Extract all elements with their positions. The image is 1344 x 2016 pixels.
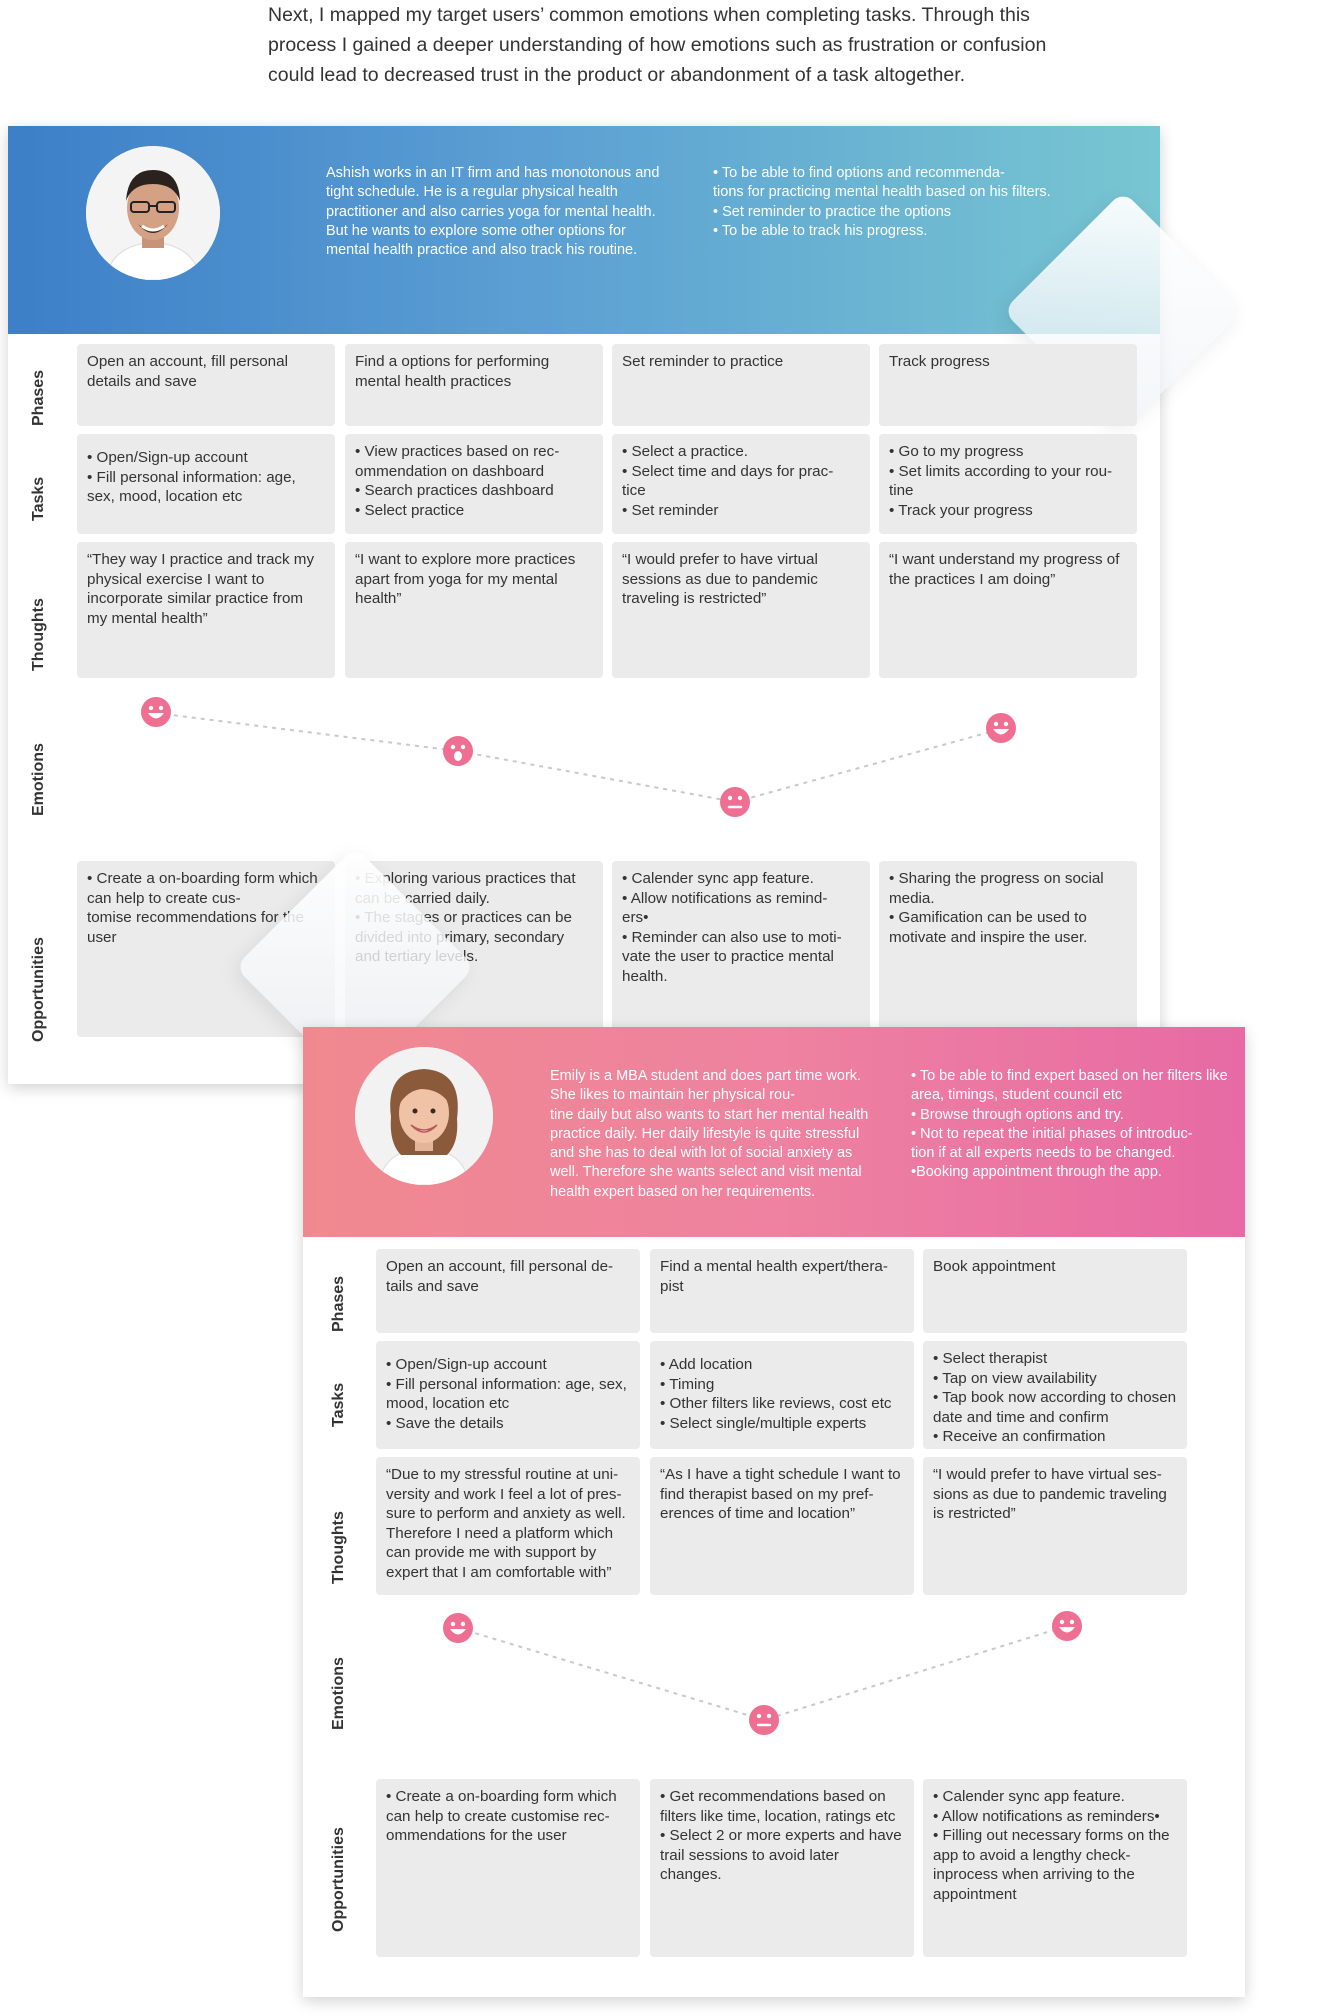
neutral-face-icon <box>748 1704 780 1736</box>
surprised-face-icon <box>442 735 474 767</box>
neutral-face-icon <box>719 786 751 818</box>
journey-map-ashish: Ashish works in an IT firm and has monot… <box>8 126 1244 1084</box>
happy-face-icon <box>140 696 172 728</box>
opportunity-cell: • Calender sync app feature. • Allow not… <box>612 861 870 1037</box>
happy-face-icon <box>985 712 1017 744</box>
opportunity-cell: • Get recommendations based on filters l… <box>650 1779 914 1957</box>
happy-face-icon <box>442 1612 474 1644</box>
opportunity-cell: • Sharing the progress on social media. … <box>879 861 1137 1037</box>
happy-face-icon <box>1051 1610 1083 1642</box>
journey-map-emily: Emily is a MBA student and does part tim… <box>303 1027 1245 1997</box>
intro-paragraph: Next, I mapped my target users’ common e… <box>268 4 1047 86</box>
opportunity-cell: • Create a on-boarding form which can he… <box>376 1779 640 1957</box>
opportunity-cell: • Calender sync app feature. • Allow not… <box>923 1779 1187 1957</box>
